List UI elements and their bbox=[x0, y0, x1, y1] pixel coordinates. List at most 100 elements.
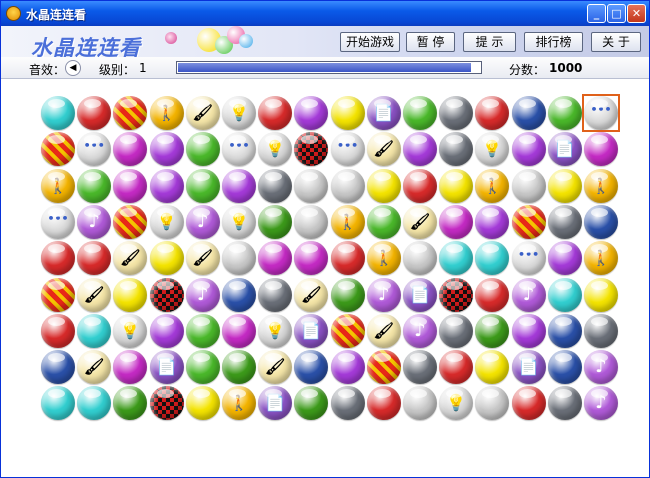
tile-grey-zipper-ball[interactable] bbox=[439, 132, 474, 167]
tile-blue-zipper-ball[interactable] bbox=[294, 350, 329, 385]
tile-document-ball[interactable]: 📄 bbox=[403, 277, 437, 312]
tile-grey-zipper-ball[interactable] bbox=[547, 386, 582, 421]
tile-purple-gem[interactable] bbox=[149, 168, 184, 203]
tile-music-note-ball[interactable]: ♪ bbox=[185, 204, 220, 239]
tile-purple-gem[interactable] bbox=[511, 132, 546, 167]
tile-blue-zipper-ball[interactable] bbox=[41, 350, 75, 385]
tile-red-striped-ball[interactable] bbox=[366, 350, 401, 385]
tile-music-note-ball[interactable]: ♪ bbox=[77, 204, 112, 239]
tile-dots-ball[interactable]: ••• bbox=[222, 132, 256, 167]
tile-red-striped-ball[interactable] bbox=[113, 96, 148, 130]
tile-yellow-gem[interactable] bbox=[475, 350, 510, 385]
tile-yellow-gem[interactable] bbox=[149, 241, 184, 276]
tile-dots-ball[interactable]: ••• bbox=[511, 241, 546, 276]
tile-green-drip-ball[interactable] bbox=[366, 204, 401, 239]
minimize-button[interactable]: _ bbox=[587, 4, 606, 23]
tile-blue-zipper-ball[interactable] bbox=[222, 277, 256, 312]
tile-grey-zipper-ball[interactable] bbox=[439, 313, 474, 348]
tile-walker-sign-ball[interactable]: 🚶 bbox=[149, 96, 184, 130]
tile-music-note-ball[interactable]: ♪ bbox=[185, 277, 220, 312]
tile-walker-sign-ball[interactable]: 🚶 bbox=[222, 386, 256, 421]
tile-green-bulb-ball[interactable]: 💡 bbox=[258, 313, 293, 348]
tile-green-bulb-ball[interactable]: 💡 bbox=[149, 204, 184, 239]
tile-walker-sign-ball[interactable]: 🚶 bbox=[366, 241, 401, 276]
tile-purple-gem[interactable] bbox=[149, 132, 184, 167]
tile-green-bulb-ball[interactable]: 💡 bbox=[222, 96, 256, 130]
tile-green-bulb-ball[interactable]: 💡 bbox=[222, 204, 256, 239]
tile-green-drip-ball[interactable] bbox=[77, 168, 112, 203]
tile-yellow-gem[interactable] bbox=[547, 168, 582, 203]
tile-purple-gem[interactable] bbox=[149, 313, 184, 348]
tile-magenta-drip-ball[interactable] bbox=[113, 168, 148, 203]
tile-magenta-drip-ball[interactable] bbox=[584, 132, 618, 167]
tile-checker-ball[interactable] bbox=[439, 277, 474, 312]
tile-purple-gem[interactable] bbox=[222, 168, 256, 203]
tile-grey-zipper-ball[interactable] bbox=[330, 386, 365, 421]
tile-dots-ball[interactable]: ••• bbox=[330, 132, 365, 167]
tile-paintbrush-ball[interactable]: 🖌 bbox=[366, 313, 401, 348]
tile-red-zipper-ball[interactable] bbox=[366, 386, 401, 421]
tile-silver-gem[interactable] bbox=[222, 241, 256, 276]
tile-paintbrush-ball[interactable]: 🖌 bbox=[185, 96, 220, 130]
tile-green-drip-ball[interactable] bbox=[185, 132, 220, 167]
tile-yellow-gem[interactable] bbox=[439, 168, 474, 203]
tile-green-gem[interactable] bbox=[222, 350, 256, 385]
about-button[interactable]: 关 于 bbox=[591, 32, 641, 52]
tile-magenta-drip-ball[interactable] bbox=[222, 313, 256, 348]
tile-green-drip-ball[interactable] bbox=[185, 313, 220, 348]
tile-cyan-gem[interactable] bbox=[41, 386, 75, 421]
tile-cyan-gem[interactable] bbox=[77, 313, 112, 348]
tile-silver-gem[interactable] bbox=[294, 168, 329, 203]
tile-red-zipper-ball[interactable] bbox=[403, 168, 437, 203]
tile-music-note-ball[interactable]: ♪ bbox=[511, 277, 546, 312]
tile-document-ball[interactable]: 📄 bbox=[258, 386, 293, 421]
tile-blue-zipper-ball[interactable] bbox=[511, 96, 546, 130]
tile-red-striped-ball[interactable] bbox=[41, 277, 75, 312]
tile-silver-gem[interactable] bbox=[294, 204, 329, 239]
tile-grey-zipper-ball[interactable] bbox=[258, 168, 293, 203]
tile-silver-gem[interactable] bbox=[403, 241, 437, 276]
tile-magenta-drip-ball[interactable] bbox=[113, 132, 148, 167]
tile-red-zipper-ball[interactable] bbox=[77, 241, 112, 276]
tile-red-zipper-ball[interactable] bbox=[439, 350, 474, 385]
tile-document-ball[interactable]: 📄 bbox=[294, 313, 329, 348]
tile-yellow-gem[interactable] bbox=[584, 277, 618, 312]
tile-music-note-ball[interactable]: ♪ bbox=[584, 386, 618, 421]
tile-dots-ball[interactable]: ••• bbox=[77, 132, 112, 167]
tile-green-drip-ball[interactable] bbox=[547, 96, 582, 130]
tile-paintbrush-ball[interactable]: 🖌 bbox=[77, 350, 112, 385]
tile-green-gem[interactable] bbox=[294, 386, 329, 421]
maximize-button[interactable]: □ bbox=[607, 4, 626, 23]
tile-checker-ball[interactable] bbox=[294, 132, 329, 167]
tile-blue-zipper-ball[interactable] bbox=[584, 204, 618, 239]
pause-button[interactable]: 暂 停 bbox=[406, 32, 455, 52]
tile-music-note-ball[interactable]: ♪ bbox=[403, 313, 437, 348]
tile-green-drip-ball[interactable] bbox=[403, 96, 437, 130]
tile-magenta-drip-ball[interactable] bbox=[294, 241, 329, 276]
tile-red-striped-ball[interactable] bbox=[41, 132, 75, 167]
tile-green-gem[interactable] bbox=[330, 277, 365, 312]
tile-red-zipper-ball[interactable] bbox=[475, 96, 510, 130]
hint-button[interactable]: 提 示 bbox=[463, 32, 516, 52]
tile-green-gem[interactable] bbox=[475, 313, 510, 348]
tile-green-bulb-ball[interactable]: 💡 bbox=[113, 313, 148, 348]
tile-music-note-ball[interactable]: ♪ bbox=[366, 277, 401, 312]
tile-grey-zipper-ball[interactable] bbox=[403, 350, 437, 385]
close-button[interactable]: ✕ bbox=[627, 4, 646, 23]
tile-cyan-gem[interactable] bbox=[439, 241, 474, 276]
tile-purple-gem[interactable] bbox=[403, 132, 437, 167]
tile-walker-sign-ball[interactable]: 🚶 bbox=[584, 168, 618, 203]
tile-paintbrush-ball[interactable]: 🖌 bbox=[258, 350, 293, 385]
tile-green-bulb-ball[interactable]: 💡 bbox=[258, 132, 293, 167]
tile-grey-zipper-ball[interactable] bbox=[584, 313, 618, 348]
tile-green-drip-ball[interactable] bbox=[185, 168, 220, 203]
tile-silver-gem[interactable] bbox=[403, 386, 437, 421]
tile-green-gem[interactable] bbox=[258, 204, 293, 239]
tile-magenta-drip-ball[interactable] bbox=[439, 204, 474, 239]
tile-red-zipper-ball[interactable] bbox=[258, 96, 293, 130]
tile-walker-sign-ball[interactable]: 🚶 bbox=[584, 241, 618, 276]
tile-paintbrush-ball[interactable]: 🖌 bbox=[294, 277, 329, 312]
tile-document-ball[interactable]: 📄 bbox=[547, 132, 582, 167]
speaker-icon[interactable]: ◀ bbox=[65, 60, 81, 76]
tile-grey-zipper-ball[interactable] bbox=[439, 96, 474, 130]
